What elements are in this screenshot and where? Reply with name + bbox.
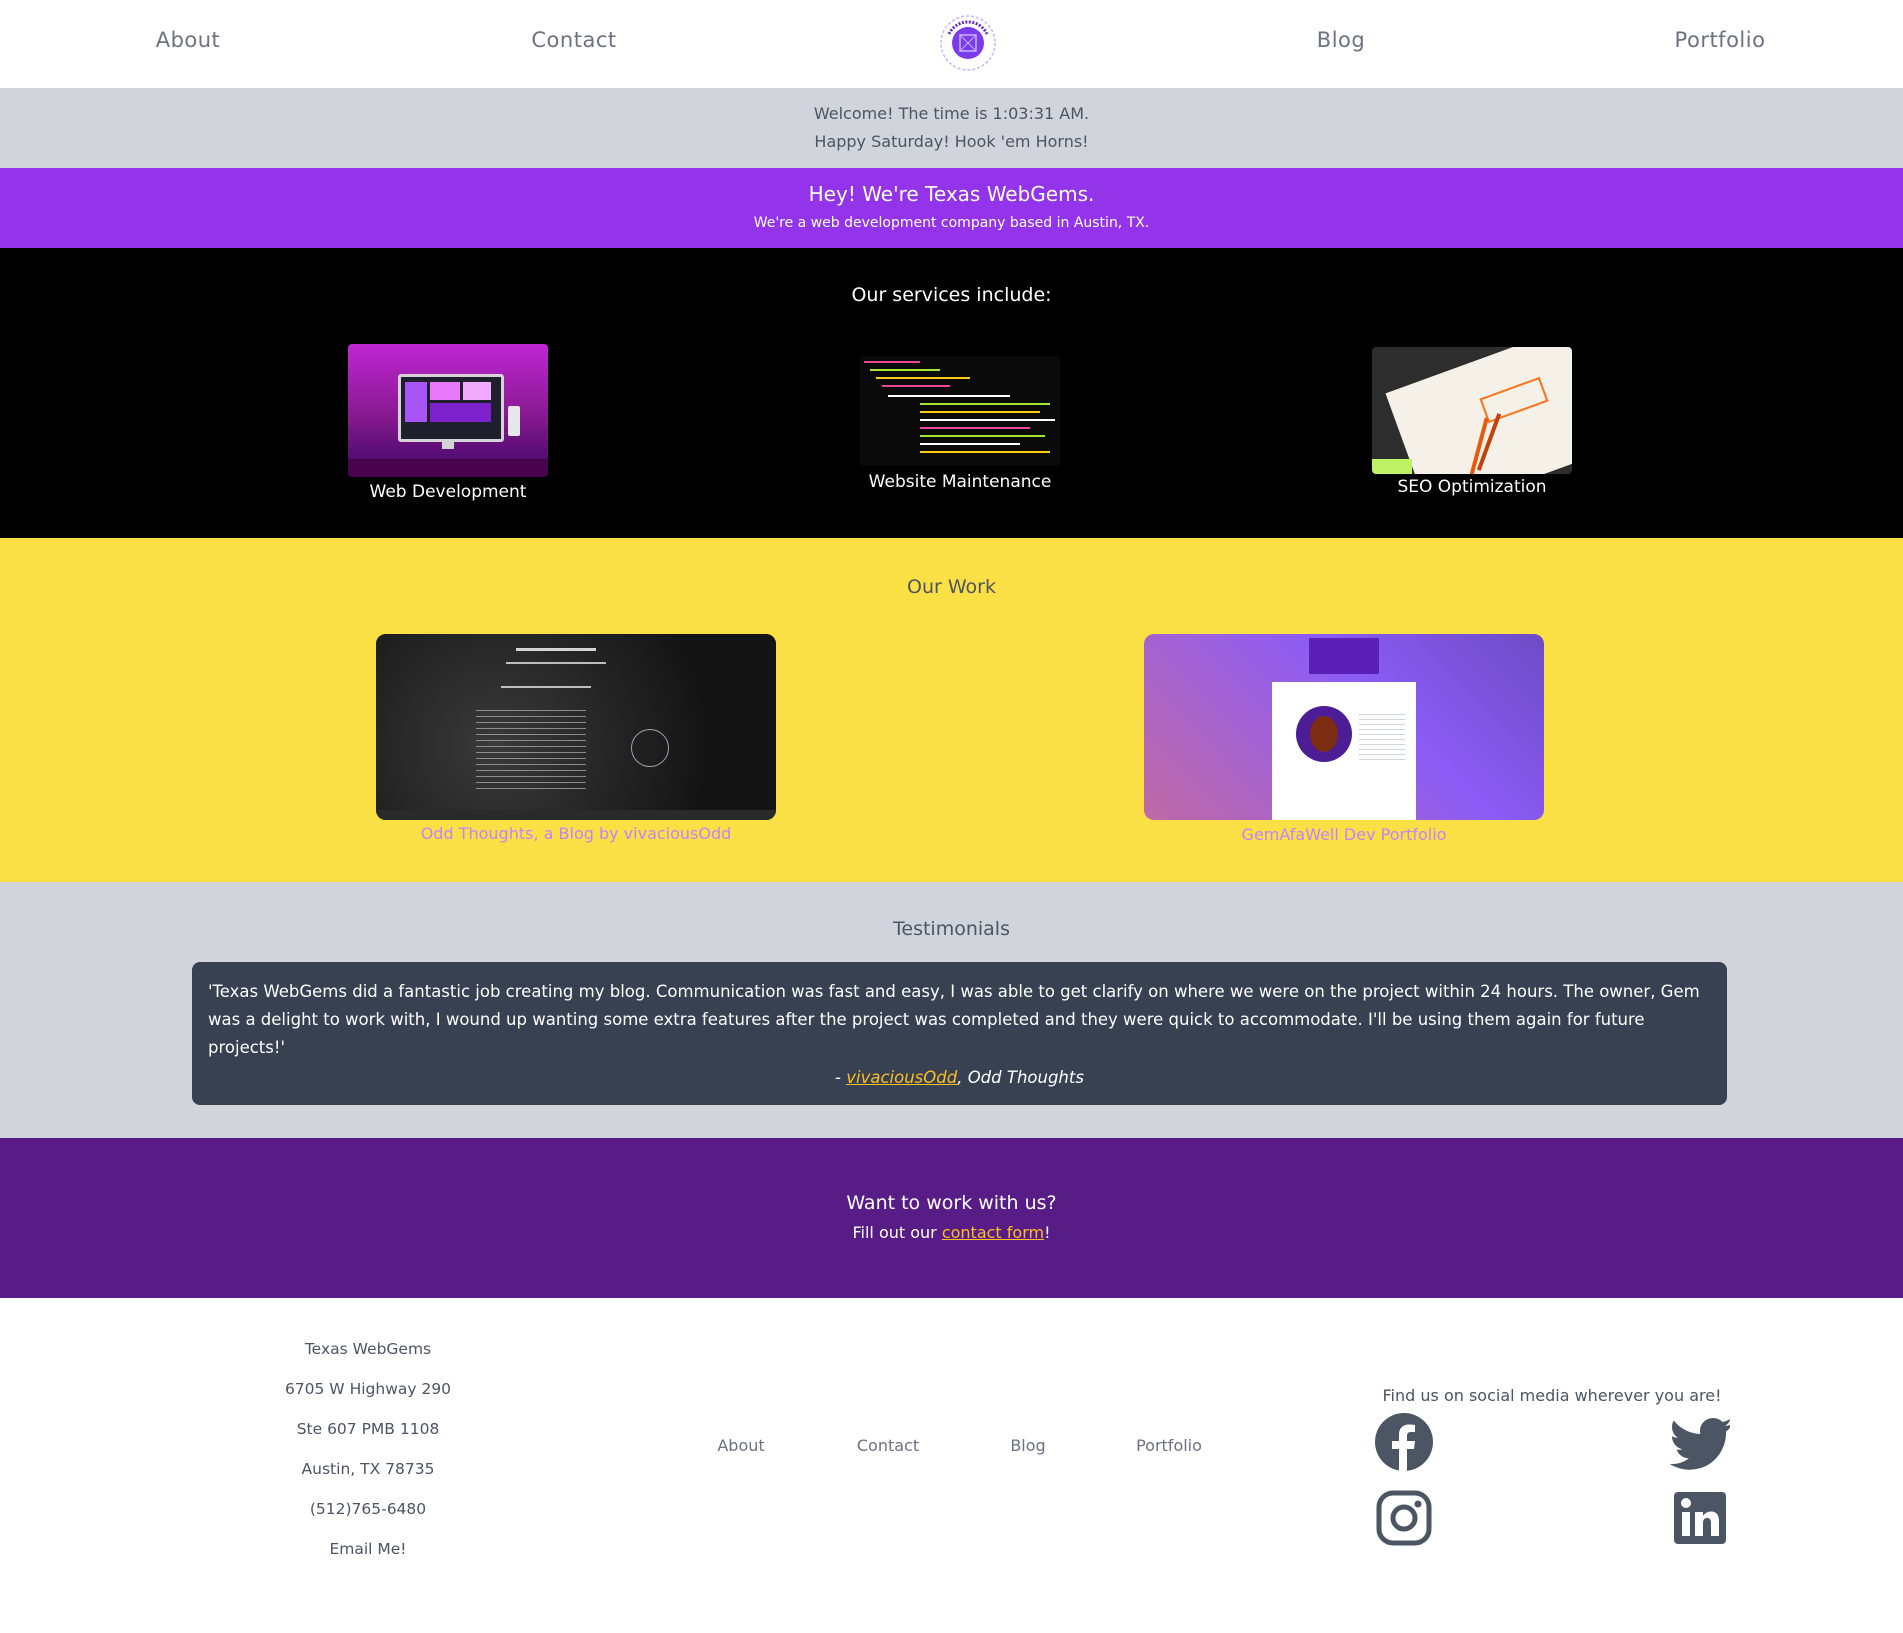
welcome-bar: Welcome! The time is 1:03:31 AM. Happy S… [0,88,1903,168]
work-card-odd-thoughts[interactable] [376,634,776,820]
service-label-web-development: Web Development [369,482,527,502]
social-media-text: Find us on social media wherever you are… [1382,1386,1722,1405]
footer-link-blog[interactable]: Blog [1010,1436,1045,1455]
seo-optimization-image [1372,347,1572,474]
our-work-section: Our Work Odd Thoughts, a Blog by vivacio… [0,538,1903,882]
nav-link-portfolio[interactable]: Portfolio [1675,28,1766,52]
footer-address-suite: Ste 607 PMB 1108 [296,1420,440,1438]
service-label-seo-optimization: SEO Optimization [1397,477,1547,497]
logo[interactable] [939,14,997,72]
testimonials-section: Testimonials 'Texas WebGems did a fantas… [0,882,1903,1138]
work-link-odd-thoughts[interactable]: Odd Thoughts, a Blog by vivaciousOdd [421,824,732,843]
welcome-greeting: Happy Saturday! Hook 'em Horns! [814,132,1089,151]
testimonial-author: - vivaciousOdd, Odd Thoughts [192,1064,1727,1092]
contact-form-link[interactable]: contact form [942,1223,1044,1242]
twitter-icon[interactable] [1669,1412,1732,1472]
nav-link-blog[interactable]: Blog [1317,28,1365,52]
hero-banner: Hey! We're Texas WebGems. We're a web de… [0,168,1903,248]
cta-text-after: ! [1044,1223,1051,1242]
testimonials-title: Testimonials [893,918,1010,940]
nav-link-about[interactable]: About [156,28,221,52]
footer-link-portfolio[interactable]: Portfolio [1136,1436,1202,1455]
footer-company-name: Texas WebGems [304,1340,432,1358]
cta-text: Fill out our contact form! [0,1223,1903,1242]
linkedin-icon[interactable] [1670,1488,1730,1548]
nav-link-contact[interactable]: Contact [531,28,616,52]
footer: Texas WebGems 6705 W Highway 290 Ste 607… [0,1298,1903,1633]
service-label-website-maintenance: Website Maintenance [868,472,1052,492]
welcome-time: Welcome! The time is 1:03:31 AM. [813,104,1090,123]
facebook-icon[interactable] [1374,1412,1434,1472]
top-navigation: About Contact Blog Portfolio [0,0,1903,88]
author-suffix: , Odd Thoughts [957,1068,1084,1087]
footer-phone: (512)765-6480 [309,1500,427,1518]
our-work-title: Our Work [907,576,996,598]
hero-subheading: We're a web development company based in… [753,215,1150,231]
author-prefix: - [835,1068,847,1087]
hero-heading: Hey! We're Texas WebGems. [808,182,1095,206]
call-to-action-section: Want to work with us? Fill out our conta… [0,1138,1903,1298]
footer-address-city: Austin, TX 78735 [301,1460,435,1478]
footer-link-contact[interactable]: Contact [857,1436,919,1455]
services-title: Our services include: [851,284,1052,306]
services-section: Our services include: Web Development We… [0,248,1903,538]
footer-email-link[interactable]: Email Me! [329,1540,406,1558]
footer-address-street: 6705 W Highway 290 [284,1380,452,1398]
website-maintenance-image [860,356,1060,466]
instagram-icon[interactable] [1374,1488,1434,1548]
testimonial-quote: 'Texas WebGems did a fantastic job creat… [208,982,1700,1057]
author-link[interactable]: vivaciousOdd [846,1068,957,1087]
work-link-gemafawell-portfolio[interactable]: GemAfaWell Dev Portfolio [1242,825,1447,844]
footer-link-about[interactable]: About [717,1436,764,1455]
cta-text-before: Fill out our [852,1223,942,1242]
web-development-image [348,344,548,477]
cta-heading: Want to work with us? [846,1192,1057,1214]
testimonial-card: 'Texas WebGems did a fantastic job creat… [192,962,1727,1105]
work-card-gemafawell-portfolio[interactable] [1144,634,1544,820]
